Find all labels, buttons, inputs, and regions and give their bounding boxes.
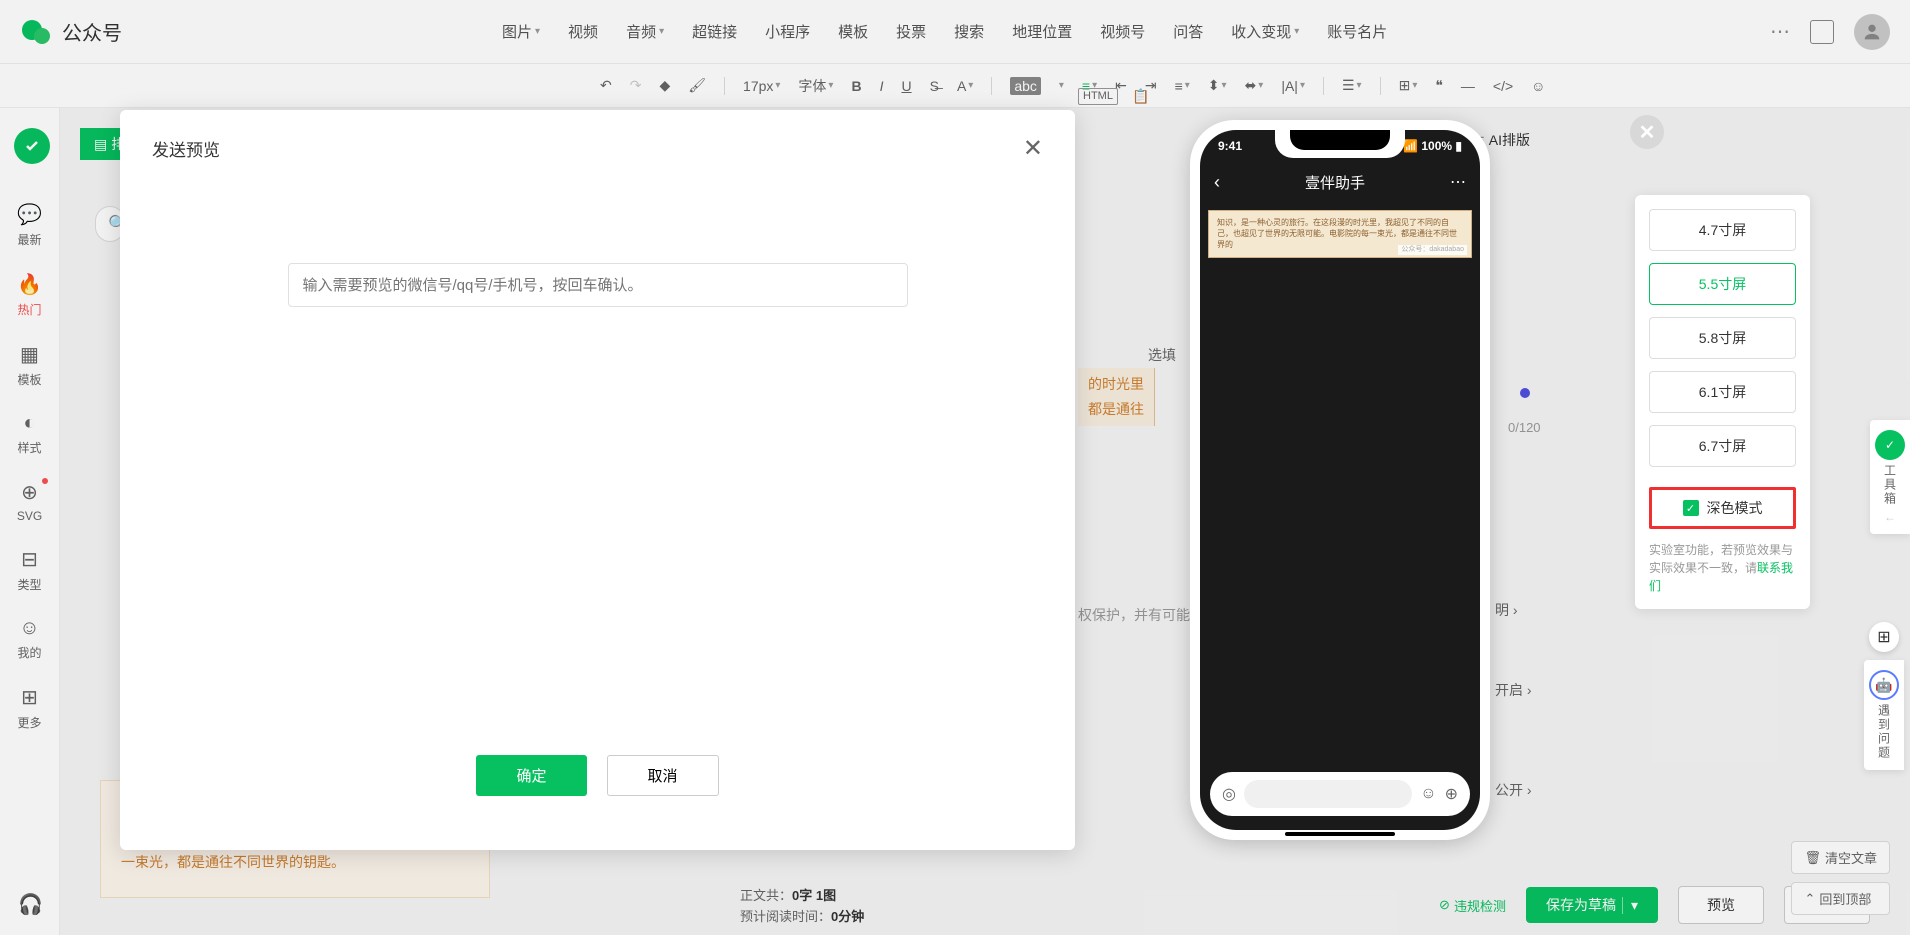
lab-note: 实验室功能，若预览效果与实际效果不一致，请联系我们 (1649, 541, 1796, 595)
phone-text-input[interactable] (1244, 780, 1412, 808)
size-6-1[interactable]: 6.1寸屏 (1649, 371, 1796, 413)
phone-article-preview: 知识，是一种心灵的旅行。在这段漫的时光里，我超见了不同的自己，也超见了世界的无限… (1208, 210, 1472, 258)
phone-emoji-icon[interactable]: ☺ (1420, 785, 1436, 803)
phone-nav-title: 壹伴助手 (1305, 172, 1365, 193)
toolbox-icon: ✓ (1875, 430, 1905, 460)
dark-mode-toggle[interactable]: ✓ 深色模式 (1649, 487, 1796, 529)
modal-close-icon[interactable]: ✕ (1023, 134, 1043, 163)
phone-signal: 📶 100% ▮ (1403, 139, 1462, 153)
phone-home-indicator (1285, 832, 1395, 836)
size-6-7[interactable]: 6.7寸屏 (1649, 425, 1796, 467)
phone-plus-icon[interactable]: ⊕ (1445, 784, 1458, 804)
confirm-button[interactable]: 确定 (476, 755, 586, 796)
screen-size-panel: 4.7寸屏 5.5寸屏 5.8寸屏 6.1寸屏 6.7寸屏 ✓ 深色模式 实验室… (1635, 195, 1810, 609)
robot-icon: 🤖 (1869, 670, 1899, 700)
size-5-5[interactable]: 5.5寸屏 (1649, 263, 1796, 305)
preview-close-icon[interactable]: ✕ (1630, 115, 1664, 149)
phone-preview: 9:41 📶 100% ▮ ‹ 壹伴助手 ⋯ 知识，是一种心灵的旅行。在这段漫的… (1190, 120, 1490, 840)
cancel-button[interactable]: 取消 (607, 755, 719, 796)
phone-back-icon[interactable]: ‹ (1214, 172, 1220, 193)
feedback-button[interactable]: 🤖 遇到问题 (1864, 660, 1904, 770)
toolbox-button[interactable]: ✓ 工具箱 ← (1870, 420, 1910, 534)
right-float-panel: ✓ 工具箱 ← (1870, 420, 1910, 534)
size-4-7[interactable]: 4.7寸屏 (1649, 209, 1796, 251)
checkbox-checked-icon: ✓ (1683, 500, 1699, 516)
phone-time: 9:41 (1218, 139, 1242, 153)
preview-recipient-input[interactable] (288, 263, 908, 307)
send-preview-modal: 发送预览 ✕ 确定 取消 (120, 110, 1075, 850)
modal-title: 发送预览 (152, 136, 220, 161)
size-5-8[interactable]: 5.8寸屏 (1649, 317, 1796, 359)
phone-input-bar: ◎ ☺ ⊕ (1210, 772, 1470, 816)
grid-app-icon[interactable]: ⊞ (1869, 622, 1899, 652)
phone-voice-icon[interactable]: ◎ (1222, 784, 1236, 804)
phone-nav-bar: ‹ 壹伴助手 ⋯ (1200, 162, 1480, 202)
phone-more-icon[interactable]: ⋯ (1450, 172, 1466, 192)
